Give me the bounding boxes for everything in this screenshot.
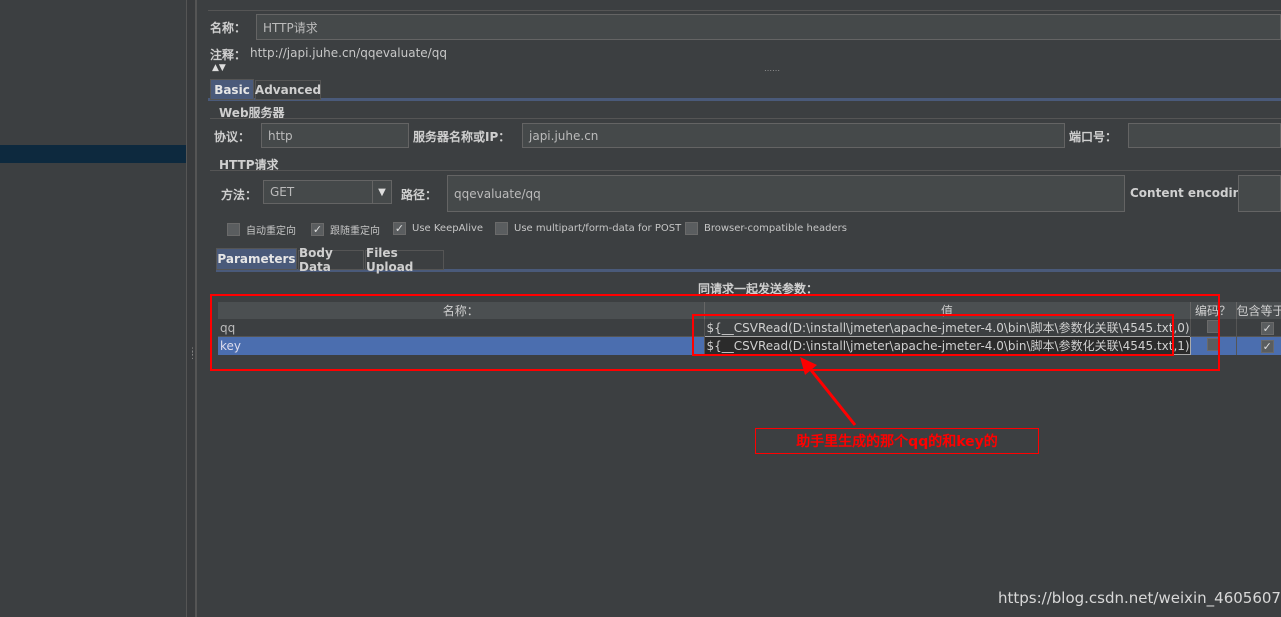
option-auto-redirect[interactable]: 自动重定向: [227, 222, 296, 237]
port-input[interactable]: [1128, 123, 1281, 148]
path-label: 路径：: [401, 188, 438, 202]
option-multipart[interactable]: Use multipart/form-data for POST: [495, 222, 681, 235]
comment-label: 注释：: [210, 48, 247, 62]
option-label: Browser-compatible headers: [704, 223, 847, 234]
checkbox[interactable]: [227, 223, 240, 236]
port-label: 端口号：: [1069, 130, 1118, 144]
checkbox[interactable]: [495, 222, 508, 235]
protocol-label: 协议：: [214, 130, 251, 144]
server-input[interactable]: japi.juhe.cn: [522, 123, 1065, 148]
option-browser-headers[interactable]: Browser-compatible headers: [685, 222, 847, 235]
divider: [210, 170, 1281, 171]
option-keepalive[interactable]: ✓ Use KeepAlive: [393, 222, 483, 235]
include-equals-checkbox[interactable]: ✓: [1260, 321, 1274, 335]
option-label: 自动重定向: [246, 226, 296, 237]
collapse-arrows-icon[interactable]: ▲▼: [212, 63, 226, 73]
chevron-down-icon[interactable]: ▼: [372, 181, 391, 203]
tab-parameters[interactable]: Parameters: [216, 248, 297, 270]
tree-selected-item[interactable]: [0, 145, 186, 163]
split-pane-divider[interactable]: [186, 0, 196, 617]
method-label: 方法：: [221, 188, 258, 202]
tab-advanced[interactable]: Advanced: [255, 80, 321, 100]
option-label: Use KeepAlive: [412, 223, 484, 234]
checkbox[interactable]: [685, 222, 698, 235]
option-follow-redirects[interactable]: ✓ 跟随重定向: [311, 222, 380, 237]
content-encoding-input[interactable]: [1238, 175, 1281, 212]
option-label: Use multipart/form-data for POST: [514, 223, 682, 234]
annotation-arrow-icon: [800, 357, 857, 426]
tab-basic[interactable]: Basic: [210, 79, 254, 100]
column-header-include-equals[interactable]: 包含等于？: [1236, 302, 1281, 319]
path-input[interactable]: qqevaluate/qq: [447, 175, 1125, 212]
name-label: 名称：: [210, 21, 247, 35]
divider: [208, 10, 1281, 11]
name-input[interactable]: HTTP请求: [256, 14, 1281, 40]
tab-body-data[interactable]: Body Data: [298, 246, 364, 274]
watermark: https://blog.csdn.net/weixin_46056076: [998, 589, 1281, 607]
method-value: GET: [270, 185, 295, 199]
annotation-label: 助手里生成的那个qq的和key的: [755, 428, 1039, 454]
include-equals-checkbox[interactable]: ✓: [1260, 339, 1274, 353]
drag-handle-icon[interactable]: ⋮ ⋮: [188, 348, 197, 366]
content-encoding-label: Content encoding:: [1130, 186, 1255, 200]
server-label: 服务器名称或IP：: [413, 130, 511, 144]
option-label: 跟随重定向: [330, 226, 380, 237]
resize-grip-icon[interactable]: ⋯⋯: [764, 66, 780, 75]
protocol-input[interactable]: http: [261, 123, 409, 148]
divider: [210, 118, 1281, 119]
checkbox-checked[interactable]: ✓: [311, 223, 324, 236]
checkbox-checked[interactable]: ✓: [393, 222, 406, 235]
tab-underline: [208, 98, 1281, 101]
tab-files-upload[interactable]: Files Upload: [365, 246, 444, 274]
comment-input[interactable]: http://japi.juhe.cn/qqevaluate/qq: [250, 46, 447, 60]
annotation-value-box: [692, 314, 1174, 356]
test-plan-tree[interactable]: [0, 0, 186, 617]
